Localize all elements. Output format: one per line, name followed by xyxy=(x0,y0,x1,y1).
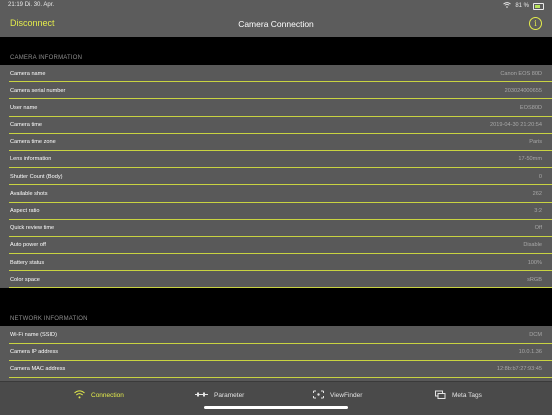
row-value: Disable xyxy=(523,242,542,249)
tags-icon xyxy=(435,390,446,401)
section-header-network: NETWORK INFORMATION xyxy=(0,298,552,327)
row-label: Color space xyxy=(10,276,40,283)
list-item[interactable]: Camera name Canon EOS 80D xyxy=(0,65,552,83)
battery-icon xyxy=(533,2,544,10)
row-value: 17-50mm xyxy=(518,156,542,163)
camera-info-section: Camera name Canon EOS 80D Camera serial nu… xyxy=(0,65,552,289)
row-value: 3:2 xyxy=(534,208,542,214)
row-value: 10.0.1.36 xyxy=(518,349,542,356)
list-item[interactable]: Camera IP address 10.0.1.36 xyxy=(0,343,552,362)
home-indicator xyxy=(204,406,348,409)
row-label: Camera serial number xyxy=(10,87,66,94)
row-label: Battery status xyxy=(10,259,45,266)
row-value: EOS80D xyxy=(519,104,542,111)
row-value: 0 xyxy=(538,173,542,180)
info-icon[interactable]: i xyxy=(529,17,542,30)
list-item[interactable]: Aspect ratio 3:2 xyxy=(0,202,552,220)
row-value: DCM xyxy=(529,331,542,338)
row-label: Auto power off xyxy=(10,242,46,249)
list-item[interactable]: Lens information 17-50mm xyxy=(0,150,552,169)
list-item[interactable]: Battery status 100% xyxy=(0,254,552,272)
row-value: 262 xyxy=(532,190,542,197)
row-label: Aspect ratio xyxy=(10,208,40,214)
list-item[interactable]: Camera time zone Paris xyxy=(0,133,552,152)
list-item[interactable]: User name EOS80D xyxy=(0,99,552,117)
network-info-section: Wi-Fi name (SSID) DCM Camera IP address 10.… xyxy=(0,326,552,381)
list-item[interactable]: Camera time 2019-04-30 21:20:54 xyxy=(0,116,552,134)
list-item[interactable]: Wi-Fi name (SSID) DCM xyxy=(0,326,552,344)
row-label: Wi-Fi name (SSID) xyxy=(10,331,57,338)
row-value: 203024000655 xyxy=(504,87,542,94)
list-item[interactable]: Camera serial number 203024000655 xyxy=(0,82,552,100)
row-label: Camera time zone xyxy=(10,139,56,146)
tab-parameter[interactable]: Parameter xyxy=(195,390,244,400)
tab-viewfinder[interactable]: ViewFinder xyxy=(313,390,362,401)
list-item[interactable]: Available shots 262 xyxy=(0,185,552,203)
status-bar: 21:19 Di. 30. Apr. 81 % xyxy=(0,0,552,12)
row-label: Camera name xyxy=(10,70,46,77)
row-label: Camera MAC address xyxy=(10,366,66,373)
list-item[interactable]: Color space sRGB xyxy=(0,271,552,289)
list-item[interactable]: Camera MAC address 12:8b:b7:27:93:45 xyxy=(0,360,552,379)
list-item[interactable]: Shutter Count (Body) 0 xyxy=(0,168,552,186)
row-value: Off xyxy=(534,225,542,232)
row-label: Camera IP address xyxy=(10,349,59,356)
row-label: Shutter Count (Body) xyxy=(10,173,63,180)
navigation-bar: Disconnect Camera Connection i xyxy=(0,12,552,37)
tab-label: Connection xyxy=(91,392,124,399)
row-label: Camera time xyxy=(10,122,43,129)
settings-list[interactable]: CAMERA INFORMATION Camera name Canon EOS … xyxy=(0,37,552,381)
row-label: Lens information xyxy=(10,156,52,163)
status-date: Di. 30. Apr. xyxy=(24,2,55,8)
battery-percent: 81 % xyxy=(515,3,529,9)
tab-meta-tags[interactable]: Meta Tags xyxy=(435,390,482,401)
wifi-icon xyxy=(503,2,512,10)
section-header-camera: CAMERA INFORMATION xyxy=(0,37,552,65)
row-value: 12:8b:b7:27:93:45 xyxy=(496,366,542,373)
row-value: 2019-04-30 21:20:54 xyxy=(490,122,542,129)
wifi-icon xyxy=(74,390,85,401)
row-value: 100% xyxy=(527,259,542,266)
page-title: Camera Connection xyxy=(238,19,314,29)
row-value: Canon EOS 80D xyxy=(500,70,542,77)
row-value: sRGB xyxy=(527,276,542,283)
viewfinder-icon xyxy=(313,390,324,401)
row-label: Available shots xyxy=(10,190,48,197)
list-item[interactable]: Quick review time Off xyxy=(0,219,552,238)
row-label: User name xyxy=(10,104,38,111)
tab-label: Meta Tags xyxy=(452,392,482,399)
tab-label: ViewFinder xyxy=(330,392,363,399)
slider-icon xyxy=(195,390,208,400)
tab-label: Parameter xyxy=(214,391,245,399)
row-value: Paris xyxy=(529,139,542,146)
tab-bar: Connection Parameter ViewFinder Meta Tag… xyxy=(0,381,552,415)
status-time: 21:19 xyxy=(8,2,24,8)
row-label: Quick review time xyxy=(10,225,55,232)
tab-connection[interactable]: Connection xyxy=(74,390,124,401)
list-item[interactable]: Auto power off Disable xyxy=(0,236,552,255)
